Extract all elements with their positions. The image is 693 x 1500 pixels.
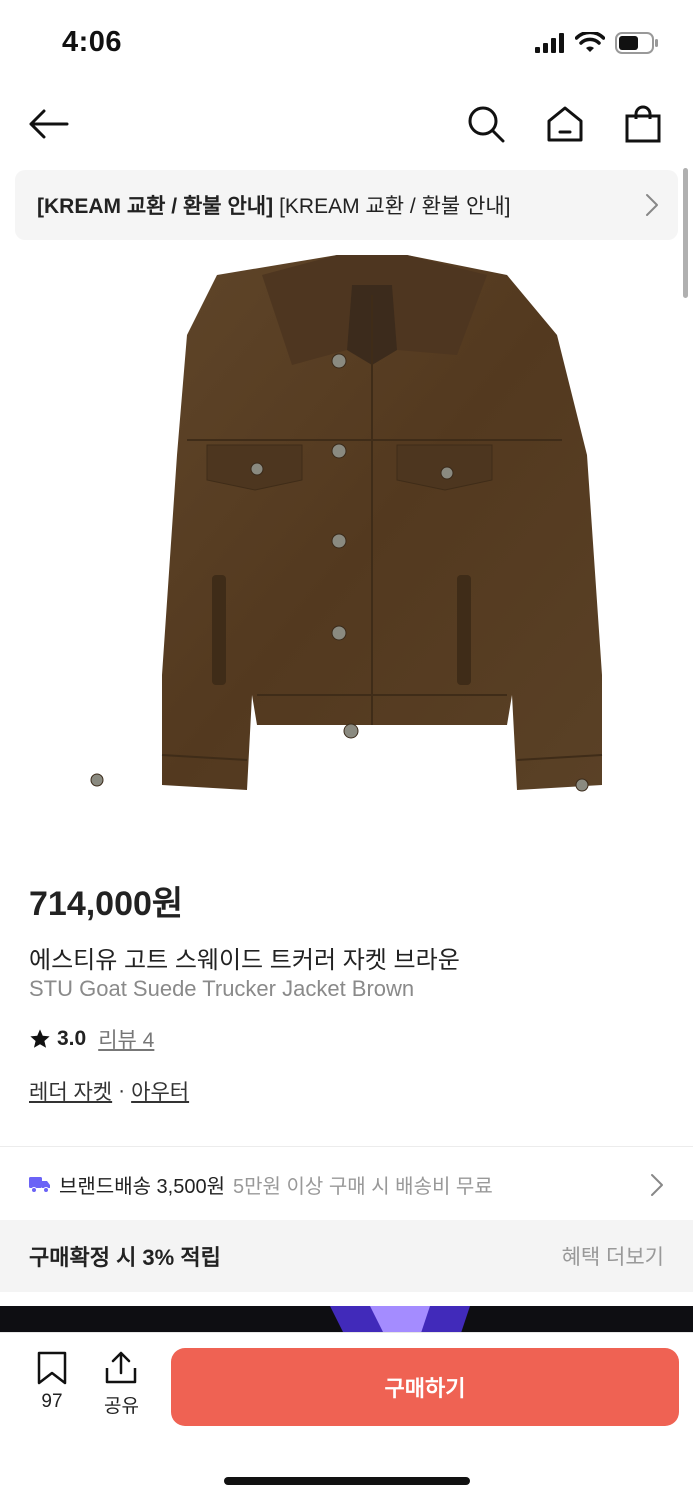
category-separator: · (118, 1079, 126, 1102)
signal-icon (535, 33, 564, 53)
bookmark-icon (37, 1351, 67, 1385)
more-benefits-link[interactable]: 혜택 더보기 (562, 1241, 664, 1271)
home-indicator[interactable] (224, 1477, 470, 1485)
share-label: 공유 (104, 1396, 139, 1417)
search-button[interactable] (464, 102, 508, 146)
jacket-image (90, 255, 602, 792)
bookmark-count: 97 (41, 1391, 63, 1412)
category-breadcrumb: 레더 자켓 · 아우터 (29, 1076, 189, 1106)
benefit-row: 구매확정 시 3% 적립 혜택 더보기 (0, 1220, 693, 1292)
chevron-right-icon (646, 194, 658, 216)
product-price: 714,000원 (29, 885, 184, 923)
share-button[interactable]: 공유 (104, 1351, 139, 1418)
arrow-left-icon (29, 109, 69, 139)
exchange-refund-notice[interactable]: [KREAM 교환 / 환불 안내] [KREAM 교환 / 환불 안내] (15, 170, 678, 240)
review-count-link[interactable]: 리뷰 4 (98, 1024, 154, 1054)
shopping-bag-button[interactable] (621, 102, 665, 146)
notice-text: [KREAM 교환 / 환불 안내] (279, 195, 511, 218)
benefit-label: 구매확정 시 3% 적립 (29, 1245, 221, 1270)
product-image[interactable] (0, 240, 693, 830)
status-time: 4:06 (62, 26, 123, 58)
rating-score: 3.0 (57, 1027, 87, 1050)
category-leather-jacket[interactable]: 레더 자켓 (29, 1076, 112, 1106)
battery-icon (615, 32, 658, 54)
delivery-truck-icon (29, 1177, 50, 1193)
shipping-info-row[interactable]: 브랜드배송 3,500원 5만원 이상 구매 시 배송비 무료 (0, 1148, 693, 1220)
status-bar: 4:06 (0, 0, 693, 88)
wifi-icon (575, 32, 605, 52)
chevron-right-icon (651, 1174, 663, 1196)
buy-button[interactable]: 구매하기 (171, 1348, 679, 1426)
share-icon (106, 1351, 137, 1384)
search-icon (468, 106, 505, 143)
divider (0, 1146, 693, 1147)
home-button[interactable] (543, 102, 587, 146)
home-icon (547, 106, 583, 142)
notice-title: [KREAM 교환 / 환불 안내] (37, 195, 274, 218)
top-navigation (0, 88, 693, 160)
back-button[interactable] (26, 102, 70, 146)
category-outer[interactable]: 아우터 (131, 1076, 189, 1106)
product-name-korean: 에스티유 고트 스웨이드 트커러 자켓 브라운 (29, 947, 460, 974)
bottom-action-bar: 97 공유 구매하기 (0, 1332, 693, 1500)
shipping-main-text: 브랜드배송 3,500원 (59, 1175, 226, 1198)
status-icons (535, 32, 659, 54)
product-name-english: STU Goat Suede Trucker Jacket Brown (29, 976, 415, 1001)
product-rating: 3.0 리뷰 4 (29, 1024, 154, 1054)
shipping-sub-text: 5만원 이상 구매 시 배송비 무료 (233, 1175, 493, 1198)
shopping-bag-icon (625, 105, 661, 143)
star-icon (30, 1029, 50, 1048)
bookmark-button[interactable]: 97 (36, 1351, 68, 1413)
